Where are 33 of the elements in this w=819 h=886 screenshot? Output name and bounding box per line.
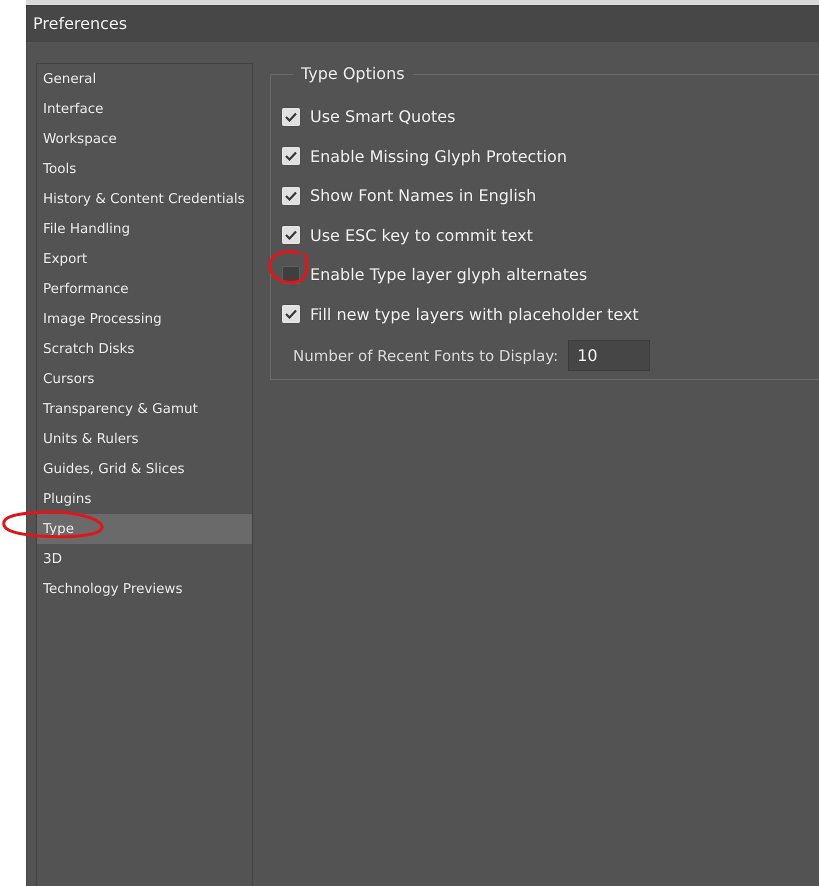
category-item[interactable]: 3D — [37, 544, 252, 574]
checkbox[interactable] — [282, 226, 300, 244]
category-item[interactable]: General — [37, 64, 252, 94]
category-item[interactable]: File Handling — [37, 214, 252, 244]
category-item[interactable]: Performance — [37, 274, 252, 304]
category-item[interactable]: Scratch Disks — [37, 334, 252, 364]
group-title: Type Options — [293, 64, 413, 83]
window-title: Preferences — [33, 14, 128, 33]
category-item[interactable]: Interface — [37, 94, 252, 124]
category-item[interactable]: Workspace — [37, 124, 252, 154]
checkbox[interactable] — [282, 147, 300, 166]
category-item[interactable]: Export — [37, 244, 252, 274]
checkbox-label: Enable Missing Glyph Protection — [310, 146, 567, 166]
category-item[interactable]: Transparency & Gamut — [37, 394, 252, 424]
input-field[interactable]: 10 — [568, 340, 650, 371]
checkbox-label: Use ESC key to commit text — [310, 226, 533, 245]
checkbox[interactable] — [282, 186, 300, 205]
category-item[interactable]: Image Processing — [37, 304, 252, 334]
checkbox[interactable] — [282, 305, 300, 324]
checkbox[interactable] — [282, 108, 300, 126]
field-label: Number of Recent Fonts to Display: — [293, 346, 558, 364]
checkbox-label: Show Font Names in English — [310, 186, 536, 206]
category-item[interactable]: Plugins — [37, 484, 252, 514]
category-item[interactable]: History & Content Credentials — [37, 184, 252, 214]
category-item[interactable]: Type — [37, 514, 252, 544]
category-item[interactable]: Tools — [37, 154, 252, 184]
category-item[interactable]: Technology Previews — [37, 574, 252, 604]
checkbox-label: Use Smart Quotes — [310, 107, 456, 126]
category-item[interactable]: Cursors — [37, 364, 252, 394]
checkbox-label: Enable Type layer glyph alternates — [310, 265, 588, 284]
category-item[interactable]: Guides, Grid & Slices — [37, 454, 252, 484]
category-item[interactable]: Units & Rulers — [37, 424, 252, 454]
checkbox-label: Fill new type layers with placeholder text — [310, 304, 639, 324]
